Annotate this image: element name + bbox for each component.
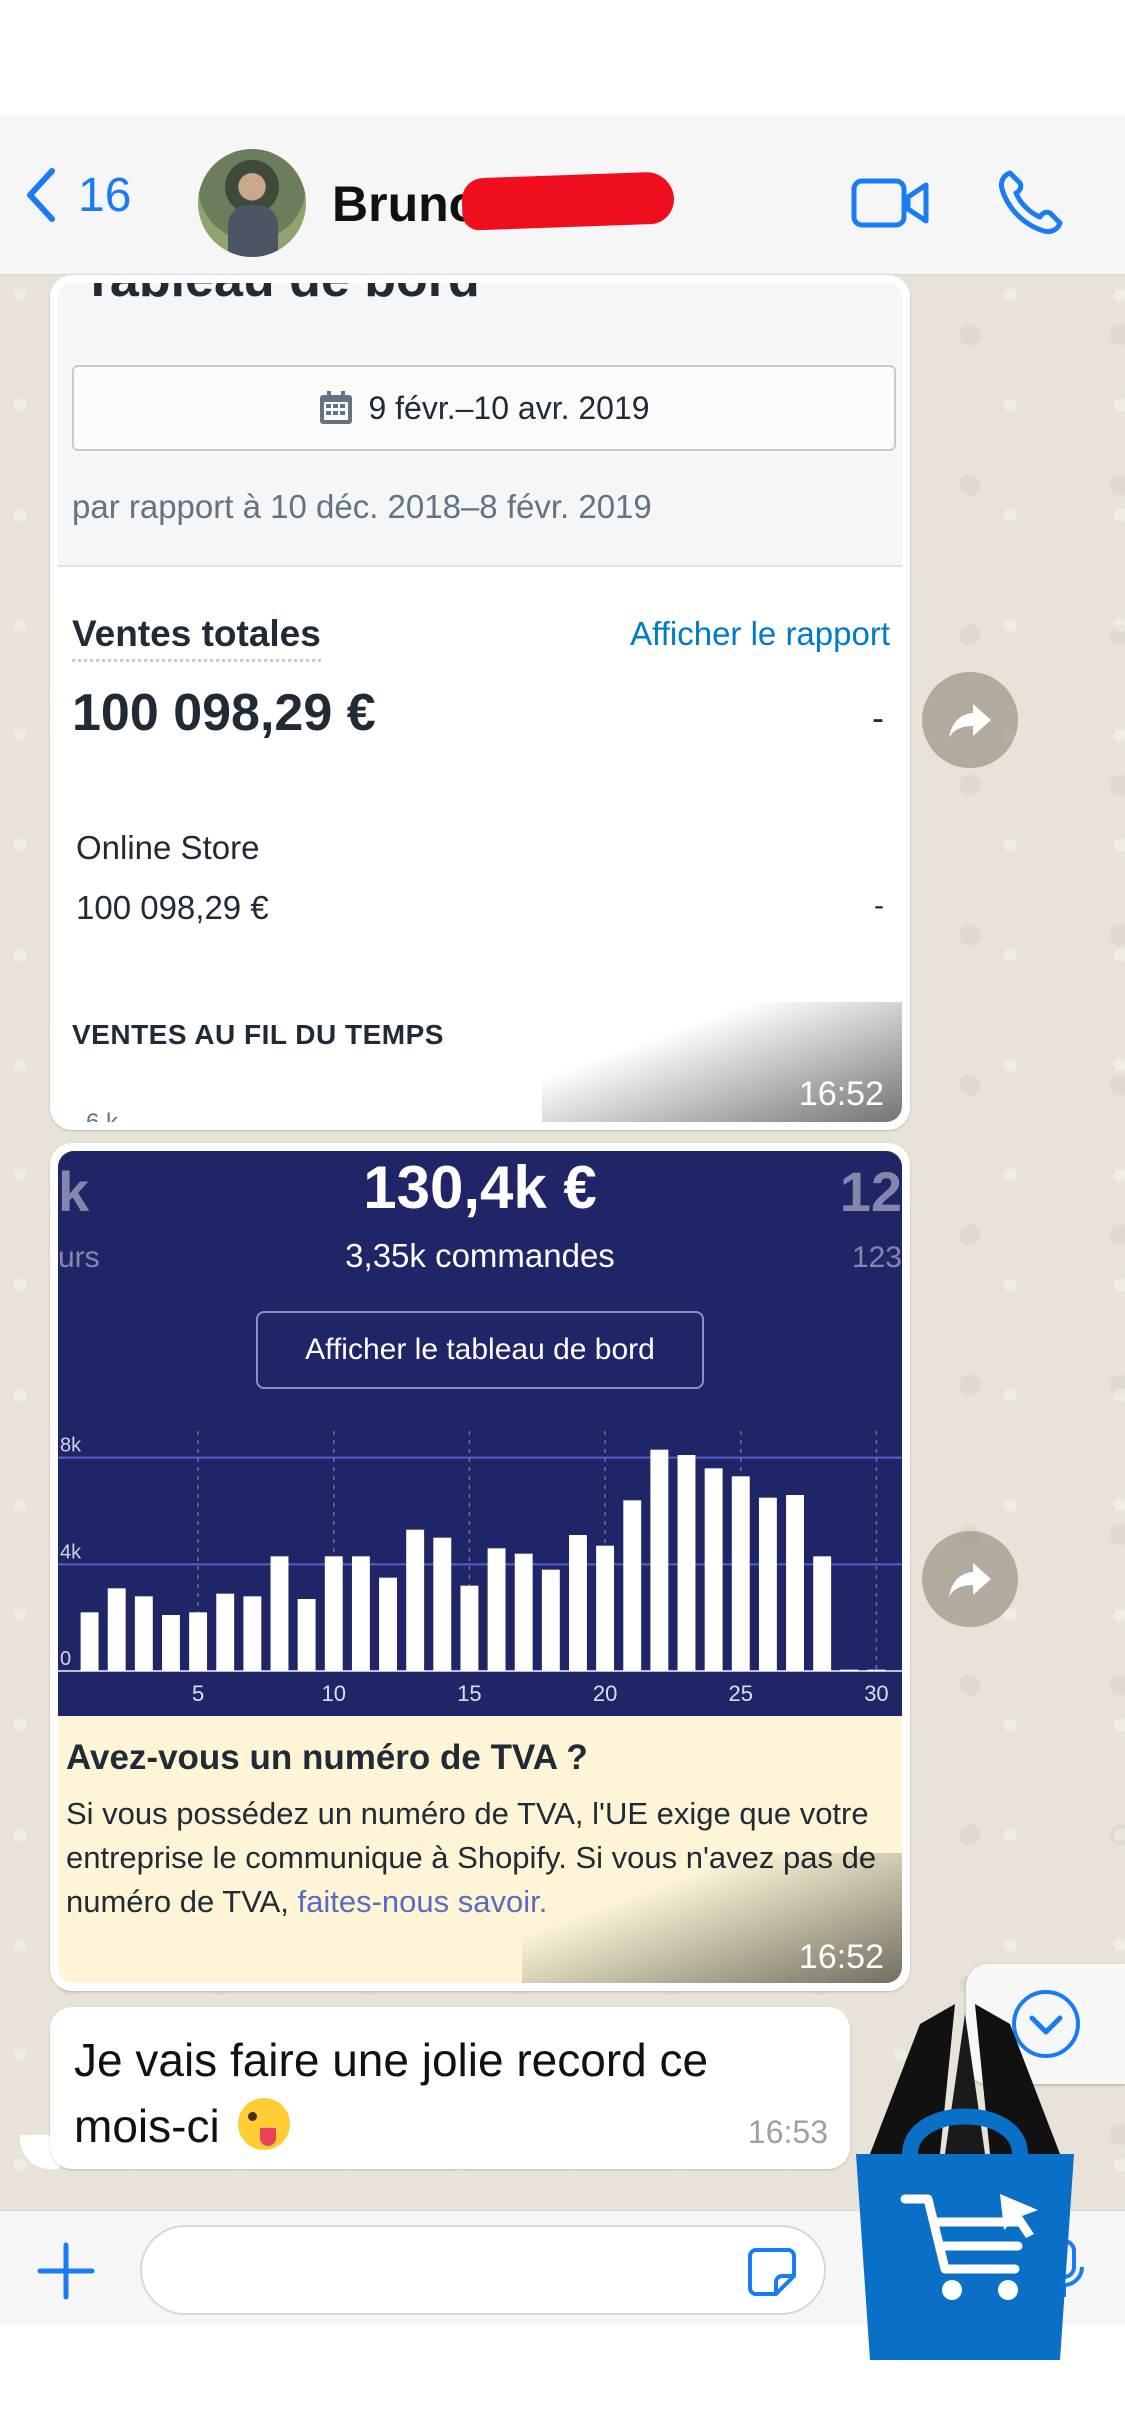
chart-y-tick-label: 8k <box>60 1435 82 1457</box>
message-time: 16:52 <box>542 1002 902 1122</box>
chart-bar <box>650 1449 669 1671</box>
chart-bar <box>189 1612 208 1671</box>
redaction-mark <box>461 171 675 231</box>
stats-screenshot: k urs 12 123 130,4k € 3,35k commandes Af… <box>58 1151 902 1983</box>
chart-bar <box>80 1612 99 1671</box>
orders-count: 3,35k commandes <box>345 1237 615 1274</box>
message-time-text: 16:52 <box>798 1938 884 1976</box>
chart-bar <box>731 1476 750 1671</box>
back-button[interactable]: 16 <box>22 165 131 225</box>
chart-bar <box>162 1615 180 1671</box>
text-message[interactable]: Je vais faire une jolie record ce mois-c… <box>50 2007 850 2169</box>
chart-bar <box>514 1553 533 1671</box>
forward-icon <box>949 1563 991 1597</box>
chart-bar <box>569 1535 587 1671</box>
chart-bar <box>813 1556 832 1671</box>
total-sales-change: - <box>872 697 884 738</box>
chart-bar <box>758 1497 777 1671</box>
chart-bar <box>297 1599 316 1671</box>
message-time: 16:52 <box>522 1853 902 1983</box>
chart-bar <box>107 1588 126 1671</box>
sales-over-time-label: VENTES AU FIL DU TEMPS <box>72 1019 444 1050</box>
chart-x-tick-label: 20 <box>593 1681 617 1706</box>
chart-bar <box>840 1669 859 1671</box>
total-sales-label: Ventes totales <box>72 613 321 662</box>
dashboard-screenshot: Tableau de bord 9 févr.–10 avr. 2019 par… <box>58 283 902 1122</box>
plus-icon[interactable] <box>36 2241 96 2301</box>
message-input[interactable] <box>140 2225 826 2315</box>
view-dashboard-button: Afficher le tableau de bord <box>256 1311 704 1389</box>
chart-bar <box>433 1537 452 1671</box>
total-amount: 130,4k € <box>363 1154 597 1221</box>
chart-bar <box>487 1548 506 1671</box>
chart-bar <box>379 1577 397 1671</box>
dashboard-title: Tableau de bord <box>82 283 480 309</box>
chart-bar <box>596 1545 615 1671</box>
vat-notice-title: Avez-vous un numéro de TVA ? <box>66 1738 588 1777</box>
chart-x-tick-label: 15 <box>457 1681 481 1706</box>
video-call-icon[interactable] <box>850 175 930 231</box>
forward-button[interactable] <box>922 672 1018 768</box>
winking-face-with-tongue-icon <box>238 2098 291 2150</box>
message-time: 16:53 <box>747 2114 828 2150</box>
axis-top-label: 6 k <box>86 1109 118 1122</box>
message-text-line: Je vais faire une jolie record ce mois-c… <box>74 2027 794 2159</box>
vat-notice-link: faites-nous savoir. <box>297 1884 548 1919</box>
chart-bar <box>541 1569 560 1671</box>
chart-bar <box>406 1529 425 1671</box>
stats-panel: k urs 12 123 130,4k € 3,35k commandes Af… <box>58 1151 902 1716</box>
chart-bar <box>704 1468 723 1671</box>
phone-call-icon[interactable] <box>996 167 1066 237</box>
chart-x-tick-label: 30 <box>864 1681 888 1706</box>
image-message-stats[interactable]: k urs 12 123 130,4k € 3,35k commandes Af… <box>50 1143 910 1991</box>
chart-bar <box>460 1585 479 1671</box>
sticker-icon[interactable] <box>746 2246 798 2298</box>
date-range-text: 9 févr.–10 avr. 2019 <box>368 389 650 426</box>
chat-area[interactable]: Tableau de bord 9 févr.–10 avr. 2019 par… <box>0 275 1125 2210</box>
contact-name[interactable]: Bruno <box>332 175 479 233</box>
chart-bar <box>351 1556 370 1671</box>
chart-bar <box>134 1596 153 1671</box>
chart-bar <box>270 1556 289 1671</box>
shopping-bag-logo <box>856 2004 1074 2360</box>
image-message-dashboard[interactable]: Tableau de bord 9 févr.–10 avr. 2019 par… <box>50 275 910 1130</box>
forward-icon <box>949 704 991 738</box>
chart-bar <box>324 1556 343 1671</box>
chart-y-tick-label: 0 <box>60 1648 71 1670</box>
chart-x-tick-label: 10 <box>322 1681 346 1706</box>
chart-x-tick-label: 5 <box>192 1681 204 1706</box>
date-range-box: 9 févr.–10 avr. 2019 <box>72 365 896 451</box>
calendar-icon <box>320 391 353 424</box>
online-store-change: - <box>874 889 884 922</box>
forward-button[interactable] <box>922 1531 1018 1627</box>
compare-text: par rapport à 10 déc. 2018–8 févr. 2019 <box>72 488 652 525</box>
chart-bar <box>243 1596 262 1671</box>
chart-bar <box>786 1495 804 1671</box>
sales-bar-chart: 8k 4k 0 5 10 15 20 25 30 <box>58 1431 902 1706</box>
view-report-link: Afficher le rapport <box>630 615 890 652</box>
chart-bar <box>216 1593 235 1671</box>
online-store-label: Online Store <box>76 829 260 866</box>
chart-x-tick-label: 25 <box>729 1681 753 1706</box>
chart-bar <box>623 1500 642 1671</box>
chat-header: 16 Bruno <box>0 115 1125 275</box>
message-time-text: 16:52 <box>798 1075 884 1113</box>
message-text: Je vais faire une jolie record ce mois-c… <box>74 2034 709 2152</box>
chart-bar <box>677 1455 696 1671</box>
chevron-left-icon <box>27 168 55 222</box>
chart-bar <box>867 1669 886 1671</box>
avatar[interactable] <box>198 149 306 257</box>
total-sales-value: 100 098,29 € <box>72 684 376 742</box>
unread-count: 16 <box>78 168 132 222</box>
chart-y-tick-label: 4k <box>60 1541 82 1563</box>
online-store-value: 100 098,29 € <box>76 889 269 926</box>
